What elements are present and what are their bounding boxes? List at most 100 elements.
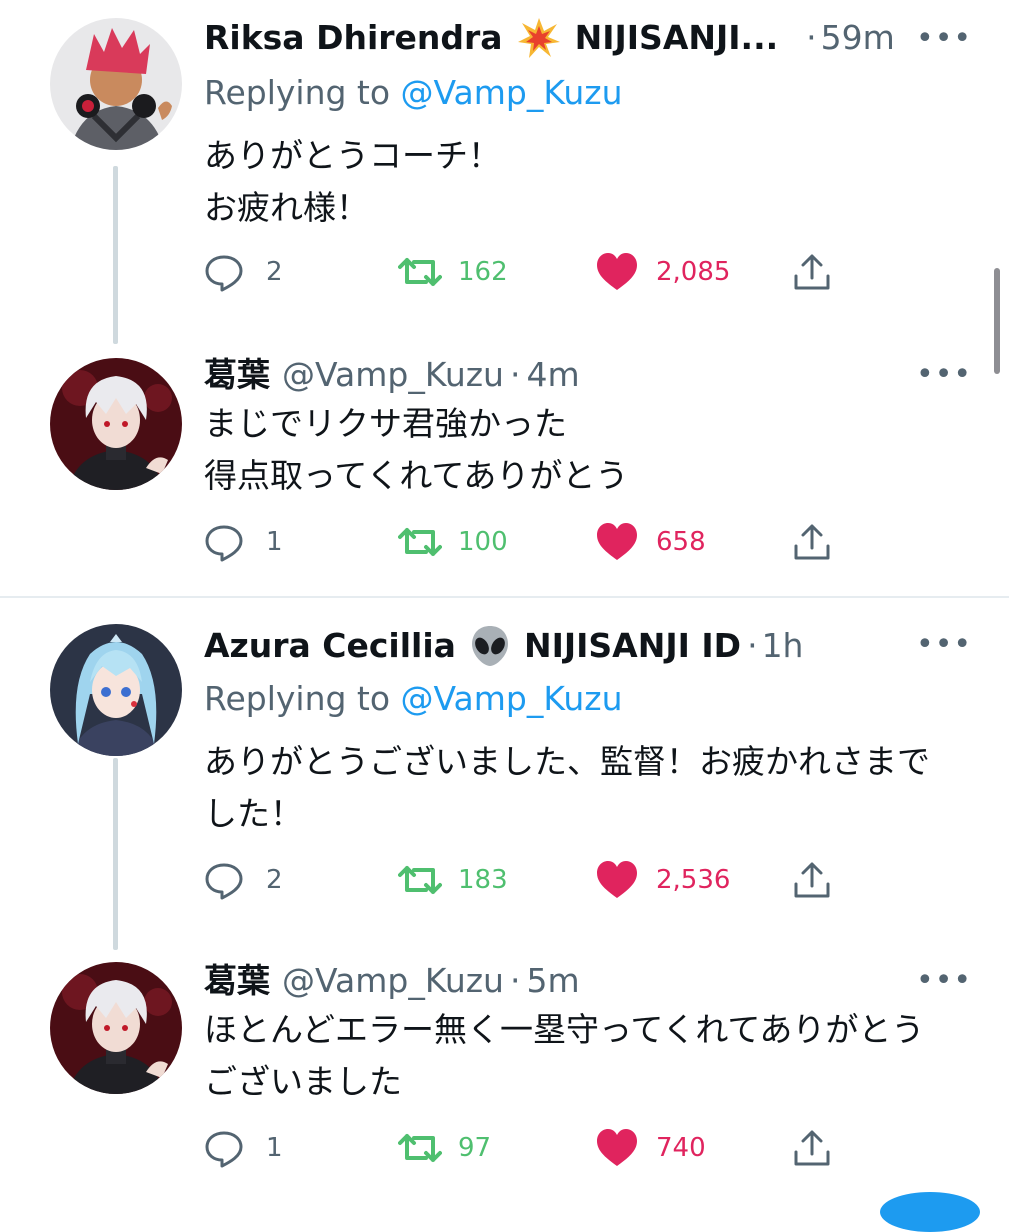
timestamp[interactable]: 5m [526, 960, 579, 1002]
scrollbar[interactable] [994, 268, 1000, 374]
replying-to: Replying to @Vamp_Kuzu [204, 72, 623, 114]
avatar-azura[interactable] [50, 624, 182, 756]
tweet-header: 葛葉 @Vamp_Kuzu · 4m [204, 354, 580, 396]
retweet-icon [398, 522, 442, 562]
replying-to-label: Replying to [204, 73, 401, 112]
reply-icon [204, 522, 244, 562]
reply-count: 1 [266, 1133, 283, 1163]
reply-icon [204, 860, 244, 900]
heart-icon [596, 252, 638, 292]
like-button[interactable]: 658 [596, 520, 706, 564]
avatar-riksa[interactable] [50, 18, 182, 150]
retweet-count: 162 [458, 257, 508, 287]
thread-divider [0, 596, 1009, 598]
tweet-header: Riksa Dhirendra NIJISANJI... · 59m [204, 16, 895, 60]
tweet-actions: 1 97 740 [204, 1126, 844, 1170]
retweet-icon [398, 252, 442, 292]
retweet-button[interactable]: 183 [398, 858, 508, 902]
reply-button[interactable]: 1 [204, 1126, 283, 1170]
user-handle[interactable]: @Vamp_Kuzu [282, 960, 504, 1002]
share-button[interactable] [792, 858, 832, 902]
retweet-button[interactable]: 100 [398, 520, 508, 564]
display-name[interactable]: 葛葉 [204, 354, 270, 396]
display-name-suffix: NIJISANJI... [574, 18, 779, 57]
timestamp[interactable]: 59m [821, 17, 895, 59]
like-count: 2,536 [656, 865, 731, 895]
separator-dot: · [747, 626, 758, 665]
display-name[interactable]: 葛葉 [204, 960, 270, 1002]
tweet-azura[interactable]: Azura Cecillia NIJISANJI ID · 1h ••• Rep… [0, 610, 1009, 950]
more-options-icon[interactable]: ••• [916, 630, 972, 660]
tweet-actions: 1 100 658 [204, 520, 844, 564]
reply-button[interactable]: 2 [204, 250, 283, 294]
avatar-kuzuha[interactable] [50, 358, 182, 490]
heart-icon [596, 1128, 638, 1168]
tweet-text-line: 得点取ってくれてありがとう [204, 456, 629, 495]
tweet-text-line: ありがとうコーチ！ [204, 136, 501, 175]
retweet-icon [398, 1128, 442, 1168]
user-handle[interactable]: @Vamp_Kuzu [282, 354, 504, 396]
avatar-kuzuha[interactable] [50, 962, 182, 1094]
display-name[interactable]: Azura Cecillia [204, 625, 456, 667]
alien-emoji-icon [470, 624, 510, 668]
tweet-actions: 2 162 2,085 [204, 250, 844, 294]
share-button[interactable] [792, 520, 832, 564]
tweet-text-line: した！ [204, 794, 303, 833]
replying-to-handle-link[interactable]: @Vamp_Kuzu [401, 679, 623, 718]
share-icon [792, 1128, 832, 1168]
separator-dot: · [509, 355, 521, 394]
more-options-icon[interactable]: ••• [916, 966, 972, 996]
compose-fab-edge[interactable] [880, 1192, 980, 1232]
tweet-text: ありがとうございました、監督！お疲かれさまで した！ [204, 736, 964, 840]
more-options-icon[interactable]: ••• [916, 360, 972, 390]
share-button[interactable] [792, 250, 832, 294]
more-options-icon[interactable]: ••• [916, 24, 972, 54]
like-count: 740 [656, 1133, 706, 1163]
timestamp[interactable]: 1h [762, 625, 804, 667]
reply-icon [204, 1128, 244, 1168]
like-count: 658 [656, 527, 706, 557]
retweet-count: 183 [458, 865, 508, 895]
heart-icon [596, 522, 638, 562]
thread-line [113, 758, 118, 950]
tweet-header: 葛葉 @Vamp_Kuzu · 5m [204, 960, 580, 1002]
like-count: 2,085 [656, 257, 731, 287]
tweet-text: まじでリクサ君強かった 得点取ってくれてありがとう [204, 398, 964, 502]
display-name[interactable]: Riksa Dhirendra [204, 17, 503, 59]
reply-button[interactable]: 1 [204, 520, 283, 564]
retweet-button[interactable]: 162 [398, 250, 508, 294]
tweet-kuzuha-reply[interactable]: 葛葉 @Vamp_Kuzu · 5m ••• ほとんどエラー無く一塁守ってくれて… [0, 946, 1009, 1200]
like-button[interactable]: 2,085 [596, 250, 730, 294]
share-button[interactable] [792, 1126, 832, 1170]
tweet-text-line: ほとんどエラー無く一塁守ってくれてありがとう [204, 1010, 925, 1049]
share-icon [792, 860, 832, 900]
retweet-count: 97 [458, 1133, 492, 1163]
reply-count: 1 [266, 527, 283, 557]
separator-dot: · [806, 18, 817, 57]
tweet-riksa[interactable]: Riksa Dhirendra NIJISANJI... · 59m ••• R… [0, 0, 1009, 344]
reply-button[interactable]: 2 [204, 858, 283, 902]
replying-to-handle-link[interactable]: @Vamp_Kuzu [401, 73, 623, 112]
tweet-text-line: ありがとうございました、監督！お疲かれさまで [204, 742, 930, 781]
reply-count: 2 [266, 257, 283, 287]
tweet-header: Azura Cecillia NIJISANJI ID · 1h [204, 624, 803, 668]
heart-icon [596, 860, 638, 900]
retweet-button[interactable]: 97 [398, 1126, 491, 1170]
separator-dot: · [509, 961, 521, 1000]
tweet-text-line: お疲れ様！ [204, 188, 369, 227]
reply-icon [204, 252, 244, 292]
retweet-count: 100 [458, 527, 508, 557]
tweet-actions: 2 183 2,536 [204, 858, 844, 902]
replying-to-label: Replying to [204, 679, 401, 718]
like-button[interactable]: 2,536 [596, 858, 730, 902]
like-button[interactable]: 740 [596, 1126, 706, 1170]
share-icon [792, 252, 832, 292]
share-icon [792, 522, 832, 562]
tweet-kuzuha-reply[interactable]: 葛葉 @Vamp_Kuzu · 4m ••• まじでリクサ君強かった 得点取って… [0, 340, 1009, 590]
tweet-text-line: まじでリクサ君強かった [204, 404, 567, 443]
collision-emoji-icon [517, 16, 561, 60]
tweet-text: ほとんどエラー無く一塁守ってくれてありがとう ございました [204, 1004, 964, 1108]
retweet-icon [398, 860, 442, 900]
timestamp[interactable]: 4m [526, 354, 579, 396]
display-name-suffix: NIJISANJI ID [523, 626, 742, 665]
